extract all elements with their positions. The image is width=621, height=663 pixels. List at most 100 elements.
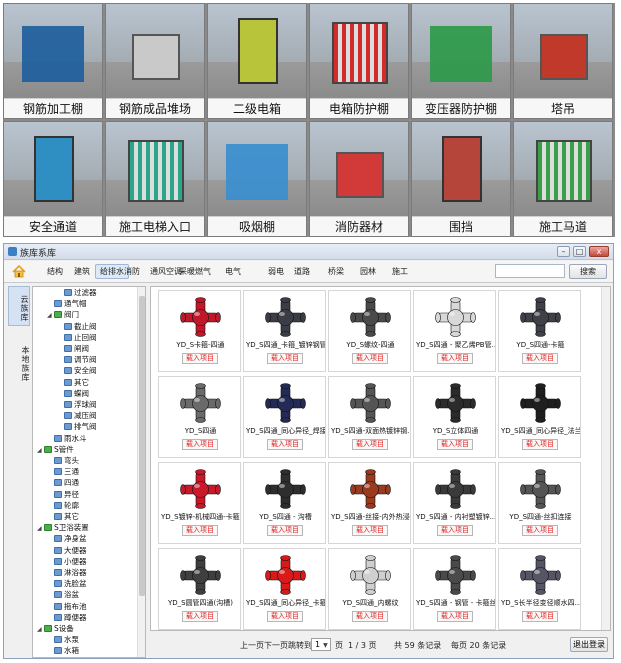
tree-scrollbar[interactable] [137, 287, 145, 657]
category-tab[interactable]: 电气 [225, 266, 241, 277]
family-card[interactable]: YD_S镀锌-机械四通-卡箍... 载入项目 [158, 462, 241, 544]
load-into-project-button[interactable]: 载入项目 [437, 439, 473, 450]
tree-node[interactable]: 调节阀 [57, 354, 97, 365]
family-card[interactable]: YD_S四通 - 聚乙烯PB管... 载入项目 [413, 290, 496, 372]
tree-scroll-thumb[interactable] [139, 296, 145, 596]
gallery-item[interactable]: 二级电箱 [207, 3, 307, 119]
family-card[interactable]: YD_S四通_同心异径_法兰 载入项目 [498, 376, 581, 458]
next-page-link[interactable]: 下一页 [264, 640, 288, 651]
search-input[interactable] [495, 264, 565, 278]
family-card[interactable]: YD_S四通_卡箍_镀锌钢管 载入项目 [243, 290, 326, 372]
family-card[interactable]: YD_S四通 载入项目 [158, 376, 241, 458]
tree-node[interactable]: 其它 [47, 511, 79, 522]
load-into-project-button[interactable]: 载入项目 [522, 611, 558, 622]
load-into-project-button[interactable]: 载入项目 [182, 353, 218, 364]
load-into-project-button[interactable]: 载入项目 [182, 525, 218, 536]
family-card[interactable]: YD_S四通_同心异径_焊接 载入项目 [243, 376, 326, 458]
tree-node[interactable]: 蝶阀 [57, 388, 89, 399]
gallery-item[interactable]: 塔吊 [513, 3, 613, 119]
expand-toggle-icon[interactable]: ◢ [37, 523, 44, 534]
home-icon[interactable] [12, 265, 26, 278]
tree-node[interactable]: 减压阀 [57, 410, 97, 421]
grid-scrollbar[interactable] [601, 287, 610, 630]
tree-node[interactable]: 大便器 [47, 545, 87, 556]
family-card[interactable]: YD_S长半径变径顺水四... 载入项目 [498, 548, 581, 630]
prev-page-link[interactable]: 上一页 [240, 640, 264, 651]
load-into-project-button[interactable]: 载入项目 [267, 525, 303, 536]
tree-node[interactable]: ◢ S设备 [37, 623, 74, 634]
tree-node[interactable]: 浴盆 [47, 589, 79, 600]
gallery-item[interactable]: 消防器材 [309, 121, 409, 237]
expand-toggle-icon[interactable]: ◢ [37, 445, 44, 456]
category-tab[interactable]: 弱电 [268, 266, 284, 277]
tree-node[interactable]: 水箱 [47, 645, 79, 656]
load-into-project-button[interactable]: 载入项目 [522, 439, 558, 450]
tree-node[interactable]: 洗脸盆 [47, 578, 87, 589]
gallery-item[interactable]: 钢筋加工棚 [3, 3, 103, 119]
tree-node[interactable]: 水泵 [47, 634, 79, 645]
load-into-project-button[interactable]: 载入项目 [267, 353, 303, 364]
family-card[interactable]: YD_S四通-卡箍 载入项目 [498, 290, 581, 372]
family-card[interactable]: YD_S四通_同心异径_卡箍 载入项目 [243, 548, 326, 630]
tree-node[interactable]: 四通 [47, 477, 79, 488]
load-into-project-button[interactable]: 载入项目 [267, 611, 303, 622]
gallery-item[interactable]: 施工马道 [513, 121, 613, 237]
category-tab[interactable]: 建筑 [74, 266, 90, 277]
load-into-project-button[interactable]: 载入项目 [352, 439, 388, 450]
tree-node[interactable]: 止回阀 [57, 332, 97, 343]
tree-node[interactable]: 三通 [47, 466, 79, 477]
minimize-button[interactable]: – [557, 246, 570, 257]
load-into-project-button[interactable]: 载入项目 [352, 611, 388, 622]
tree-node[interactable]: ◢ 阀门 [47, 309, 79, 320]
load-into-project-button[interactable]: 载入项目 [522, 525, 558, 536]
close-button[interactable]: x [589, 246, 609, 257]
family-card[interactable]: YD_S四通 - 沟槽 载入项目 [243, 462, 326, 544]
tree-node[interactable]: 安全阀 [57, 365, 97, 376]
gallery-item[interactable]: 钢筋成品堆场 [105, 3, 205, 119]
family-card[interactable]: YD_S四通-丝接-内外热浸... 载入项目 [328, 462, 411, 544]
tree-node[interactable]: 过滤器 [57, 287, 97, 298]
category-tab[interactable]: 道路 [294, 266, 310, 277]
load-into-project-button[interactable]: 载入项目 [352, 525, 388, 536]
maximize-button[interactable]: □ [573, 246, 586, 257]
gallery-item[interactable]: 电箱防护棚 [309, 3, 409, 119]
library-source-tab[interactable]: 本地族库 [8, 336, 30, 388]
tree-node[interactable]: 净身盆 [47, 533, 87, 544]
family-card[interactable]: YD_S四通_内螺纹 载入项目 [328, 548, 411, 630]
tree-node[interactable]: 小便器 [47, 556, 87, 567]
family-card[interactable]: YD_S卡箍-四通 载入项目 [158, 290, 241, 372]
load-into-project-button[interactable]: 载入项目 [267, 439, 303, 450]
category-tab[interactable]: 通风空调 [150, 266, 182, 277]
load-into-project-button[interactable]: 载入项目 [437, 611, 473, 622]
load-into-project-button[interactable]: 载入项目 [352, 353, 388, 364]
search-button[interactable]: 搜索 [569, 264, 607, 279]
tree-node[interactable]: ◢ S管件 [37, 444, 74, 455]
category-tab[interactable]: 采暖燃气 [179, 266, 211, 277]
expand-toggle-icon[interactable]: ◢ [37, 624, 44, 635]
category-tree[interactable]: 过滤器 通气帽 ◢ 阀门 截止阀 止回阀 闸阀 调节阀 安全阀 其它 蝶阀 浮球阀 减压阀 排气阀 雨水斗 ◢… [32, 286, 146, 658]
family-card[interactable]: YD_S四通-双面热镀锌钢... 载入项目 [328, 376, 411, 458]
family-card[interactable]: YD_S立体四通 载入项目 [413, 376, 496, 458]
gallery-item[interactable]: 安全通道 [3, 121, 103, 237]
tree-node[interactable]: 淋浴器 [47, 567, 87, 578]
category-tab[interactable]: 结构 [47, 266, 63, 277]
logout-button[interactable]: 退出登录 [570, 637, 608, 652]
category-tab[interactable]: 施工 [392, 266, 408, 277]
tree-node[interactable]: 异径 [47, 489, 79, 500]
load-into-project-button[interactable]: 载入项目 [182, 611, 218, 622]
family-card[interactable]: YD_S圆管四通(沟槽) 载入项目 [158, 548, 241, 630]
tree-node[interactable]: 浮球阀 [57, 399, 97, 410]
category-tab[interactable]: 桥梁 [328, 266, 344, 277]
tree-node[interactable]: 通气帽 [47, 298, 87, 309]
tree-node[interactable]: 拖布池 [47, 601, 87, 612]
expand-toggle-icon[interactable]: ◢ [47, 310, 54, 321]
family-card[interactable]: YD_S四通 - 内衬塑镀锌... 载入项目 [413, 462, 496, 544]
tree-node[interactable]: 轮廓 [47, 500, 79, 511]
family-card[interactable]: YD_S四通-丝扣连接 载入项目 [498, 462, 581, 544]
load-into-project-button[interactable]: 载入项目 [437, 525, 473, 536]
gallery-item[interactable]: 施工电梯入口 [105, 121, 205, 237]
family-card[interactable]: YD_S四通 - 钢管 - 卡箍丝扣 载入项目 [413, 548, 496, 630]
gallery-item[interactable]: 变压器防护棚 [411, 3, 511, 119]
tree-node[interactable]: 闸阀 [57, 343, 89, 354]
load-into-project-button[interactable]: 载入项目 [182, 439, 218, 450]
